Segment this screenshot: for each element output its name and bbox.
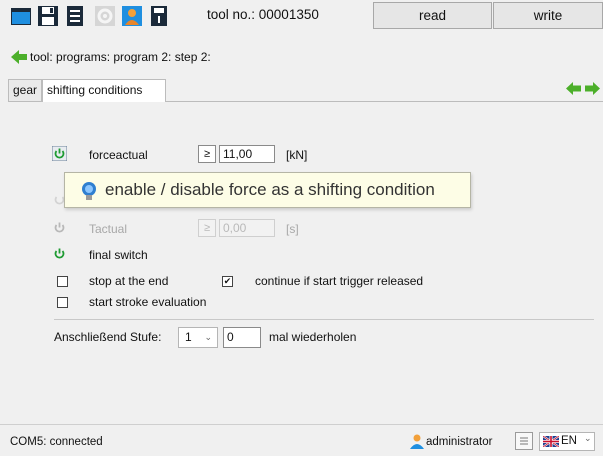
continue-trigger-label: continue if start trigger released	[255, 274, 424, 288]
stroke-eval-label: start stroke evaluation	[89, 295, 207, 309]
section-divider	[54, 319, 594, 320]
time-operator[interactable]: ≥	[198, 219, 216, 237]
tooltip: enable / disable force as a shifting con…	[64, 172, 471, 208]
app-window: tool no.: 00001350 read write tool: prog…	[0, 0, 603, 456]
folder-icon[interactable]	[10, 4, 32, 28]
repeat-count-input[interactable]: 0	[223, 327, 261, 348]
save-icon[interactable]	[37, 4, 59, 28]
settings-icon[interactable]	[94, 4, 116, 28]
tooltip-text: enable / disable force as a shifting con…	[105, 180, 435, 199]
time-power-icon[interactable]	[52, 220, 67, 235]
time-unit: [s]	[286, 222, 299, 236]
tab-shifting-conditions[interactable]: shifting conditions	[42, 79, 166, 102]
print-icon[interactable]	[64, 4, 86, 28]
status-bar: COM5: connected administrator EN ⌄	[0, 424, 603, 456]
time-label: Tactual	[89, 222, 128, 236]
log-icon[interactable]	[515, 432, 533, 450]
read-button[interactable]: read	[373, 2, 492, 29]
device-info-icon[interactable]	[148, 4, 170, 28]
user-up-icon[interactable]	[121, 4, 143, 28]
language-select[interactable]: EN ⌄	[539, 432, 595, 451]
stop-at-end-checkbox[interactable]	[57, 276, 68, 287]
stage-select[interactable]: 1 ⌄	[178, 327, 218, 348]
stroke-eval-checkbox[interactable]	[57, 297, 68, 308]
breadcrumb-text: tool: programs: program 2: step 2:	[30, 50, 211, 64]
final-switch-power-icon[interactable]	[52, 246, 67, 261]
write-button[interactable]: write	[493, 2, 603, 29]
info-bulb-icon	[79, 180, 99, 202]
tool-number-label: tool no.: 00001350	[207, 7, 319, 22]
force-power-icon[interactable]	[51, 145, 68, 162]
time-value-input[interactable]: 0,00	[219, 219, 275, 237]
language-code: EN	[561, 435, 577, 447]
force-operator[interactable]: ≥	[198, 145, 216, 163]
force-label: forceactual	[89, 148, 148, 162]
continue-trigger-checkbox[interactable]: ✔	[222, 276, 233, 287]
force-value-input[interactable]: 11,00	[219, 145, 275, 163]
repeat-suffix-label: mal wiederholen	[269, 330, 357, 344]
chevron-down-icon: ⌄	[204, 332, 212, 342]
language-chevron-down-icon: ⌄	[584, 433, 592, 443]
repeat-prefix-label: Anschließend Stufe:	[54, 330, 162, 344]
user-icon	[409, 433, 425, 449]
connection-status: COM5: connected	[10, 436, 103, 448]
tab-prev-arrow-icon[interactable]	[565, 80, 582, 97]
breadcrumb: tool: programs: program 2: step 2:	[10, 46, 211, 68]
stage-select-value: 1	[185, 330, 192, 344]
final-switch-label: final switch	[89, 248, 148, 262]
user-name: administrator	[426, 436, 493, 448]
back-arrow-icon[interactable]	[10, 48, 28, 66]
tab-gear[interactable]: gear	[8, 79, 42, 101]
uk-flag-icon	[542, 435, 560, 448]
force-unit: [kN]	[286, 148, 308, 162]
tab-next-arrow-icon[interactable]	[584, 80, 601, 97]
stop-at-end-label: stop at the end	[89, 274, 169, 288]
